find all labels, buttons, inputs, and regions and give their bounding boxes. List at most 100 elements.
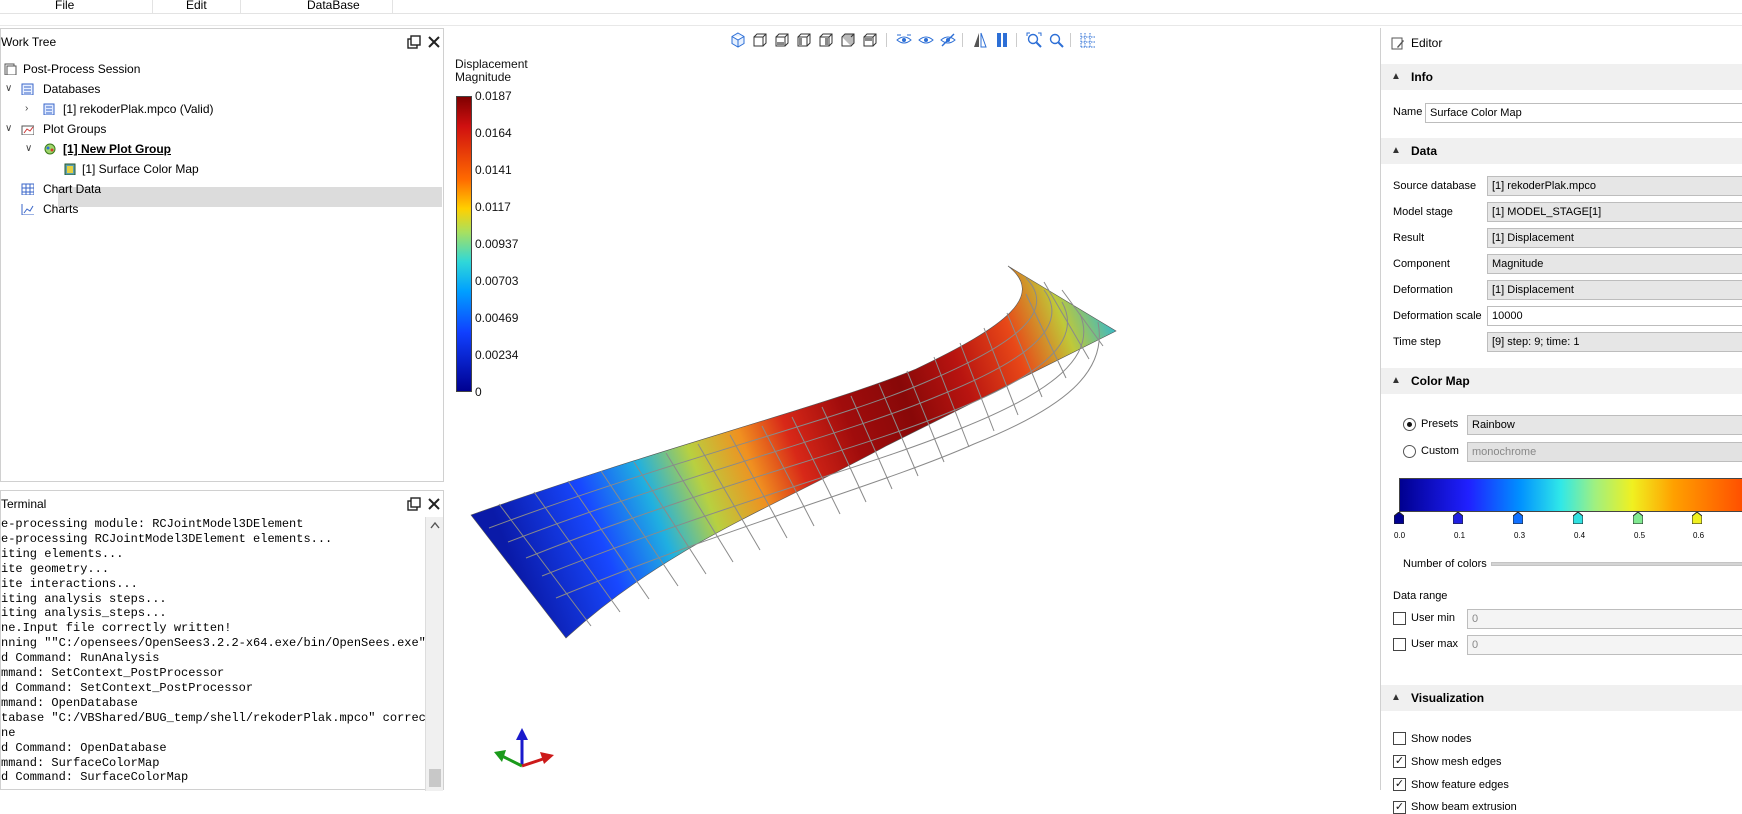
- tree-item-database-file[interactable]: › [1] rekoderPlak.mpco (Valid): [1, 99, 441, 119]
- terminal-output[interactable]: e-processing module: RCJointModel3DEleme…: [1, 517, 425, 791]
- tree-item-surface-color-map[interactable]: [1] Surface Color Map: [58, 159, 442, 179]
- color-stop-label: 0.4: [1574, 531, 1586, 540]
- terminal-line: iting analysis_steps...: [1, 606, 167, 621]
- deformation-scale-input[interactable]: 10000: [1487, 306, 1742, 326]
- editor-icon: [1391, 37, 1404, 50]
- model-stage-label: Model stage: [1393, 206, 1453, 218]
- component-select[interactable]: Magnitude: [1487, 254, 1742, 274]
- presets-select[interactable]: Rainbow: [1467, 415, 1742, 435]
- show-beam-extrusion-label: Show beam extrusion: [1411, 801, 1517, 813]
- viewport-3d[interactable]: Displacement Magnitude 0.0187 0.0164 0.0…: [446, 26, 1376, 790]
- color-stop-handle[interactable]: [1573, 512, 1583, 524]
- scrollbar-thumb[interactable]: [429, 769, 441, 787]
- custom-radio[interactable]: [1403, 445, 1416, 458]
- table-icon: [21, 183, 34, 195]
- menu-separator: [392, 0, 393, 14]
- work-tree-panel: Work Tree Post-Process Session ∨ Databas…: [0, 28, 444, 482]
- tree-item-chart-data[interactable]: Chart Data: [1, 179, 441, 199]
- result-label: Result: [1393, 232, 1425, 244]
- colormap-gradient-preview[interactable]: [1399, 478, 1742, 512]
- color-stop-handle[interactable]: [1692, 512, 1702, 524]
- undock-icon[interactable]: [407, 35, 421, 49]
- model-stage-select[interactable]: [1] MODEL_STAGE[1]: [1487, 202, 1742, 222]
- tree-item-label: [1] rekoderPlak.mpco (Valid): [63, 102, 214, 116]
- terminal-line: nning ""C:/opensees/OpenSees3.2.2-x64.ex…: [1, 636, 425, 651]
- tree-item-label: Post-Process Session: [23, 62, 141, 76]
- tree-item-plot-groups[interactable]: ∨ Plot Groups: [1, 119, 441, 139]
- terminal-line: d Command: RunAnalysis: [1, 651, 160, 666]
- chevron-down-icon[interactable]: ∨: [5, 119, 17, 139]
- show-feature-edges-checkbox[interactable]: ✓: [1393, 778, 1406, 791]
- color-stop-handle[interactable]: [1394, 512, 1404, 524]
- deformation-scale-label: Deformation scale: [1393, 310, 1482, 322]
- terminal-line: mmand: SetContext_PostProcessor: [1, 666, 225, 681]
- section-data-header[interactable]: ▲ Data: [1381, 138, 1742, 164]
- name-input[interactable]: Surface Color Map: [1425, 103, 1742, 123]
- color-stop-handle[interactable]: [1513, 512, 1523, 524]
- number-of-colors-label: Number of colors: [1403, 558, 1487, 570]
- terminal-line: d Command: SurfaceColorMap: [1, 770, 189, 785]
- tree-item-label: [1] Surface Color Map: [82, 162, 199, 176]
- user-min-checkbox[interactable]: [1393, 612, 1406, 625]
- user-max-checkbox[interactable]: [1393, 638, 1406, 651]
- result-select[interactable]: [1] Displacement: [1487, 228, 1742, 248]
- tree-item-label: Chart Data: [43, 182, 102, 196]
- plot-group-icon: [44, 143, 56, 155]
- time-step-select[interactable]: [9] step: 9; time: 1: [1487, 332, 1742, 352]
- surface-color-map-icon: [64, 163, 76, 175]
- show-mesh-edges-checkbox[interactable]: ✓: [1393, 755, 1406, 768]
- section-info-header[interactable]: ▲ Info: [1381, 64, 1742, 90]
- section-colormap-header[interactable]: ▲ Color Map: [1381, 368, 1742, 394]
- user-min-input[interactable]: 0: [1467, 609, 1742, 629]
- color-stop-handle[interactable]: [1453, 512, 1463, 524]
- tree-item-charts[interactable]: Charts: [1, 199, 441, 219]
- source-database-label: Source database: [1393, 180, 1477, 192]
- color-stop-label: 0.0: [1394, 531, 1406, 540]
- undock-icon[interactable]: [407, 497, 421, 511]
- color-stop-handle[interactable]: [1633, 512, 1643, 524]
- work-tree-title: Work Tree: [1, 35, 57, 49]
- menu-file[interactable]: File: [55, 0, 74, 12]
- section-title: Color Map: [1411, 374, 1470, 388]
- close-icon[interactable]: [427, 35, 441, 49]
- tree-item-post-process-session[interactable]: Post-Process Session: [1, 59, 441, 79]
- menu-edit[interactable]: Edit: [186, 0, 207, 12]
- terminal-line: ite geometry...: [1, 561, 110, 576]
- section-title: Visualization: [1411, 691, 1485, 705]
- data-range-label: Data range: [1393, 590, 1448, 602]
- tree-item-label: [1] New Plot Group: [63, 142, 171, 156]
- deformation-label: Deformation: [1393, 284, 1453, 296]
- number-of-colors-slider[interactable]: [1491, 562, 1742, 566]
- terminal-line: iting elements...: [1, 546, 124, 561]
- menu-database[interactable]: DataBase: [307, 0, 360, 12]
- show-nodes-checkbox[interactable]: [1393, 732, 1406, 745]
- deformed-plate-surface[interactable]: [446, 26, 1376, 790]
- database-file-icon: [43, 103, 55, 115]
- tree-item-databases[interactable]: ∨ Databases: [1, 79, 441, 99]
- time-step-label: Time step: [1393, 336, 1441, 348]
- chevron-right-icon[interactable]: ›: [25, 99, 37, 119]
- section-visualization-header[interactable]: ▲ Visualization: [1381, 685, 1742, 711]
- source-database-select[interactable]: [1] rekoderPlak.mpco: [1487, 176, 1742, 196]
- custom-label: Custom: [1421, 445, 1459, 457]
- section-title: Info: [1411, 70, 1433, 84]
- show-beam-extrusion-checkbox[interactable]: ✓: [1393, 801, 1406, 814]
- presets-label: Presets: [1421, 418, 1459, 430]
- deformation-select[interactable]: [1] Displacement: [1487, 280, 1742, 300]
- session-icon: [4, 63, 17, 75]
- user-min-label: User min: [1411, 612, 1456, 624]
- tree-item-label: Plot Groups: [43, 122, 107, 136]
- presets-radio[interactable]: [1403, 418, 1416, 431]
- close-icon[interactable]: [427, 497, 441, 511]
- terminal-line: iting analysis steps...: [1, 591, 167, 606]
- tree-item-plot-group[interactable]: ∨ [1] New Plot Group: [1, 139, 441, 159]
- chevron-down-icon[interactable]: ∨: [25, 139, 37, 159]
- tree-item-label: Databases: [43, 82, 101, 96]
- chevron-down-icon[interactable]: ∨: [5, 79, 17, 99]
- user-max-input[interactable]: 0: [1467, 635, 1742, 655]
- terminal-line: mmand: OpenDatabase: [1, 695, 138, 710]
- collapse-triangle-icon: ▲: [1391, 71, 1401, 82]
- chevron-up-icon[interactable]: [430, 521, 440, 529]
- terminal-scrollbar[interactable]: [425, 517, 443, 791]
- custom-colormap-input[interactable]: monochrome: [1467, 442, 1742, 462]
